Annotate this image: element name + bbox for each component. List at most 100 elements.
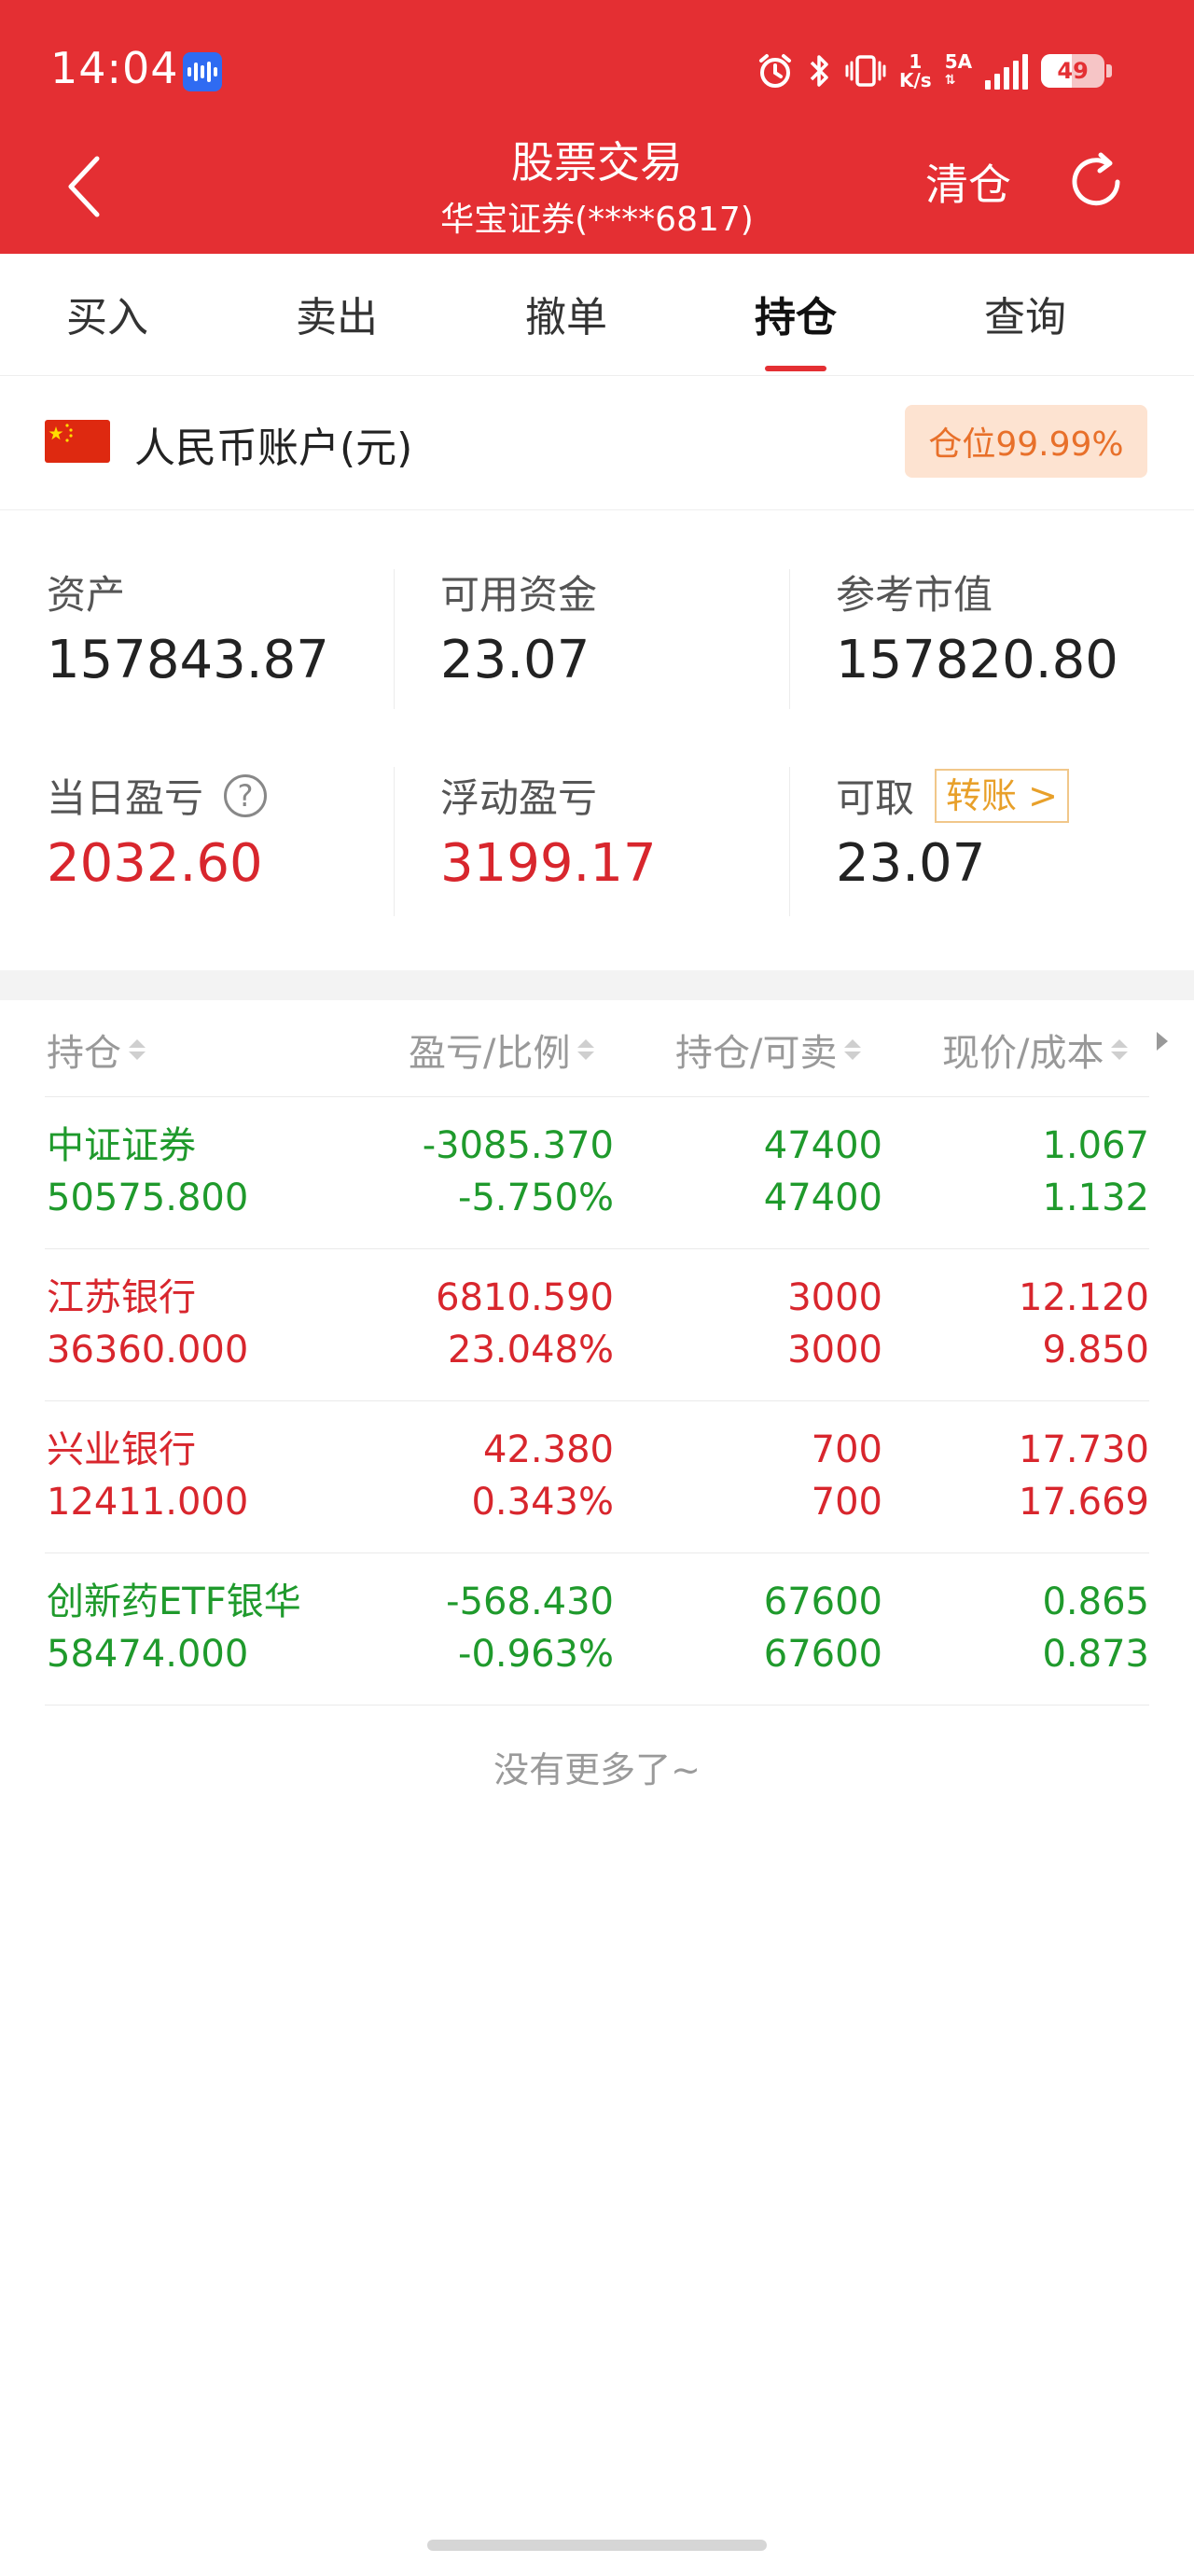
header-pl-ratio[interactable]: 盈亏/比例	[409, 1023, 595, 1077]
stock-name: 江苏银行	[47, 1276, 196, 1319]
floating-pl-value: 3199.17	[440, 833, 657, 894]
battery-percent: 49	[1057, 58, 1089, 84]
status-icons: 1 K/s 5A ⇅ 49	[756, 45, 1113, 97]
refresh-icon[interactable]	[1063, 149, 1129, 215]
battery-icon: 49	[1041, 54, 1113, 88]
profit-loss: 42.380	[483, 1428, 614, 1471]
net-speed-value: 1	[909, 50, 923, 73]
sellable-qty: 3000	[787, 1329, 882, 1372]
divider	[789, 569, 790, 709]
alarm-icon	[759, 54, 791, 88]
cost-price: 9.850	[1042, 1329, 1149, 1372]
assets-cell: 资产 157843.87	[47, 564, 401, 690]
tab-cancel[interactable]: 撤单	[451, 284, 681, 343]
clear-positions-button[interactable]: 清仓	[925, 151, 1011, 213]
voice-assistant-icon	[183, 52, 222, 91]
table-row[interactable]: 兴业银行 12411.000 42.380 0.343% 700 700 17.…	[0, 1401, 1194, 1553]
sort-icon	[844, 1039, 862, 1060]
bluetooth-icon	[810, 55, 828, 87]
holding-qty: 67600	[763, 1580, 882, 1623]
scroll-right-arrow-icon[interactable]	[1157, 1032, 1168, 1051]
profit-loss-ratio: -0.963%	[458, 1633, 614, 1676]
tab-holdings[interactable]: 持仓	[681, 284, 910, 343]
withdrawable-label-row: 可取 转账 >	[836, 767, 1190, 824]
status-time: 14:04	[50, 43, 179, 93]
current-price: 17.730	[1019, 1428, 1149, 1471]
home-indicator[interactable]	[427, 2540, 767, 2551]
sort-icon	[1111, 1039, 1129, 1060]
divider	[394, 569, 395, 709]
section-separator	[0, 970, 1194, 1000]
position-ratio-badge: 仓位99.99%	[905, 405, 1147, 478]
floating-pl-label: 浮动盈亏	[440, 775, 598, 821]
network-label: 5A	[944, 50, 973, 73]
net-speed-unit: K/s	[899, 69, 932, 91]
network-type: 5A ⇅	[945, 52, 972, 90]
row-divider	[45, 1705, 1149, 1706]
no-more-text: 没有更多了~	[493, 1749, 701, 1790]
sellable-qty: 67600	[763, 1633, 882, 1676]
header-holding-sellable[interactable]: 持仓/可卖	[675, 1023, 862, 1077]
holding-qty: 3000	[787, 1276, 882, 1319]
divider	[789, 767, 790, 916]
market-value-label: 参考市值	[836, 572, 993, 618]
stock-market-value: 12411.000	[47, 1481, 249, 1524]
stock-market-value: 50575.800	[47, 1177, 249, 1219]
holding-qty: 700	[811, 1428, 882, 1471]
stock-name: 创新药ETF银华	[47, 1580, 301, 1623]
table-row[interactable]: 江苏银行 36360.000 6810.590 23.048% 3000 300…	[0, 1249, 1194, 1400]
sellable-qty: 47400	[763, 1177, 882, 1219]
app-header: 14:04 1 K/s 5A ⇅ 49 股票交易 华宝证券(****6817) …	[0, 0, 1194, 254]
account-row: 人民币账户(元) 仓位99.99%	[0, 375, 1194, 510]
current-price: 12.120	[1019, 1276, 1149, 1319]
holding-qty: 47400	[763, 1124, 882, 1167]
divider	[394, 767, 395, 916]
help-icon[interactable]: ?	[224, 773, 268, 817]
table-row[interactable]: 创新药ETF银华 58474.000 -568.430 -0.963% 6760…	[0, 1553, 1194, 1705]
daily-pl-label-row: 当日盈亏 ?	[47, 767, 401, 824]
header-holding-label: 持仓	[47, 1032, 121, 1075]
cost-price: 17.669	[1019, 1481, 1149, 1524]
header-holding-sellable-label: 持仓/可卖	[675, 1032, 838, 1075]
stock-market-value: 58474.000	[47, 1633, 249, 1676]
transfer-button[interactable]: 转账 >	[935, 768, 1069, 823]
current-price: 1.067	[1042, 1124, 1149, 1167]
withdrawable-label: 可取	[836, 775, 915, 821]
daily-pl-label: 当日盈亏	[47, 775, 204, 821]
battery-body: 49	[1041, 54, 1105, 88]
profit-loss: -568.430	[446, 1580, 614, 1623]
header-price-cost-label: 现价/成本	[942, 1032, 1104, 1075]
sort-icon	[577, 1039, 595, 1060]
current-price: 0.865	[1042, 1580, 1149, 1623]
cost-price: 1.132	[1042, 1177, 1149, 1219]
header-price-cost[interactable]: 现价/成本	[942, 1023, 1129, 1077]
assets-label: 资产	[47, 572, 126, 618]
available-funds-label: 可用资金	[440, 572, 598, 618]
header-pl-ratio-label: 盈亏/比例	[409, 1032, 571, 1075]
battery-tip	[1106, 64, 1113, 77]
available-funds-value: 23.07	[440, 630, 590, 690]
account-currency-label: 人民币账户(元)	[134, 425, 413, 472]
vibrate-icon	[845, 55, 886, 87]
active-tab-indicator	[765, 366, 826, 371]
signal-icon	[985, 52, 1029, 90]
account-subtitle: 华宝证券(****6817)	[440, 201, 754, 239]
data-arrows-icon: ⇅	[944, 73, 956, 88]
cost-price: 0.873	[1042, 1633, 1149, 1676]
trade-tabs: 买入 卖出 撤单 持仓 查询	[0, 254, 1194, 376]
page-title: 股票交易	[511, 137, 683, 188]
tab-query[interactable]: 查询	[910, 284, 1140, 343]
china-flag-icon	[45, 420, 110, 463]
market-value-cell: 参考市值 157820.80	[836, 564, 1190, 690]
profit-loss: -3085.370	[422, 1124, 614, 1167]
profit-loss-ratio: 23.048%	[448, 1329, 614, 1372]
tab-sell[interactable]: 卖出	[222, 284, 451, 343]
table-row[interactable]: 中证证券 50575.800 -3085.370 -5.750% 47400 4…	[0, 1097, 1194, 1248]
stock-market-value: 36360.000	[47, 1329, 249, 1372]
stock-name: 中证证券	[47, 1124, 196, 1167]
tab-buy[interactable]: 买入	[0, 284, 222, 343]
header-holding[interactable]: 持仓	[47, 1023, 146, 1077]
available-funds-cell: 可用资金 23.07	[440, 564, 795, 690]
stock-name: 兴业银行	[47, 1428, 196, 1471]
profit-loss-ratio: 0.343%	[471, 1481, 614, 1524]
